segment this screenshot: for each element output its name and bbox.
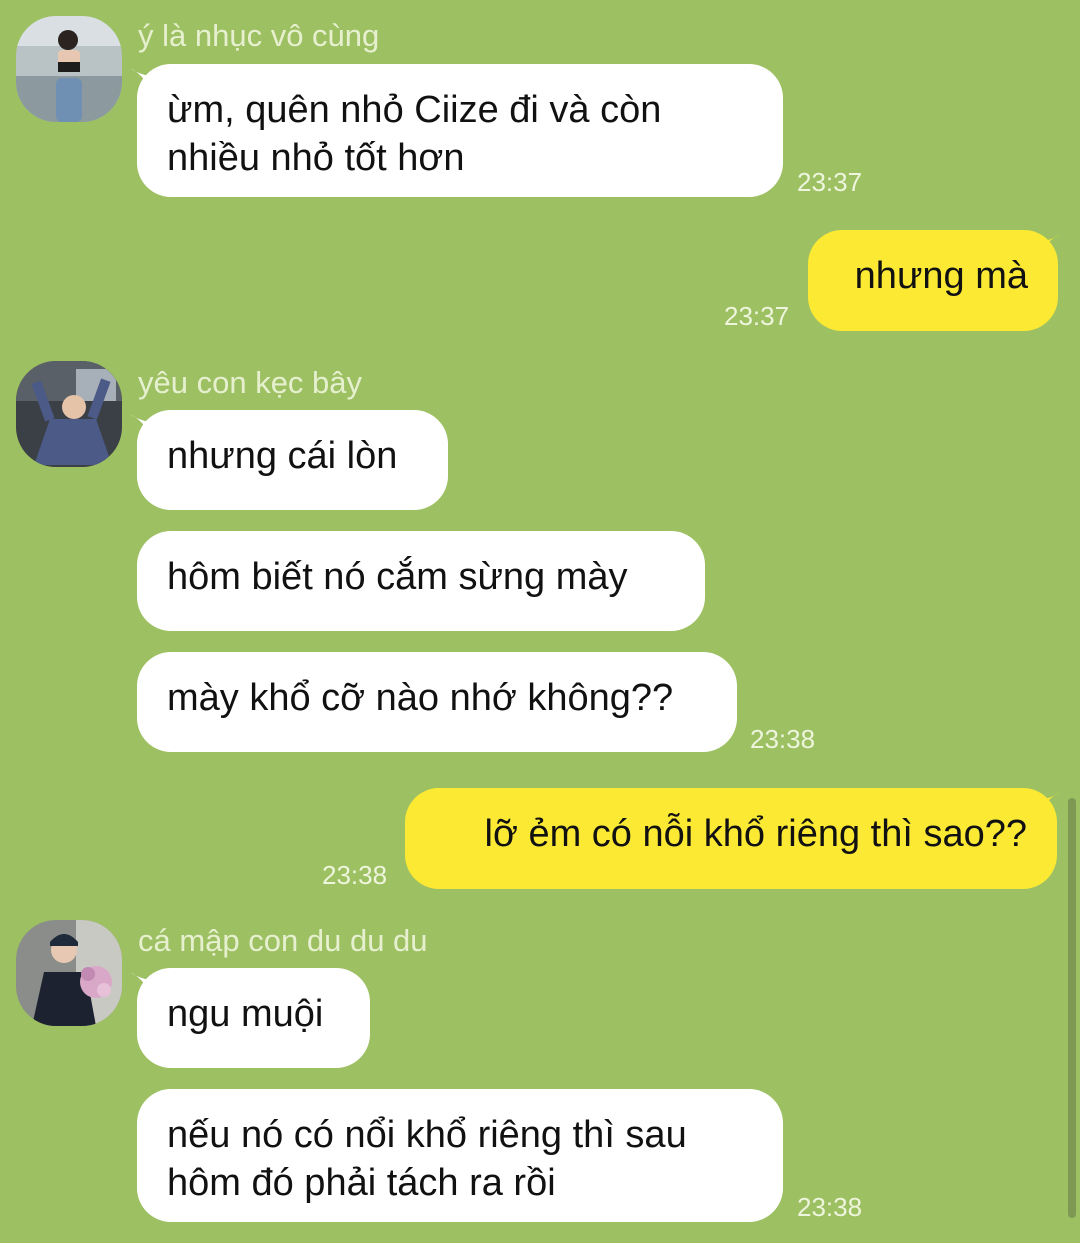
message-text: ừm, quên nhỏ Ciize đi và còn [167,89,662,131]
message-text: ngu muội [167,993,324,1035]
message-bubble[interactable]: mày khổ cỡ nào nhớ không?? [137,652,737,752]
sender-name: cá mập con du du du [138,923,428,958]
bubble-tail [1040,792,1062,812]
scrollbar[interactable] [1068,798,1076,1218]
message-text: mày khổ cỡ nào nhớ không?? [167,677,674,719]
message-bubble[interactable]: lỡ ẻm có nỗi khổ riêng thì sao?? [405,788,1057,889]
message-text: nhưng cái lòn [167,435,398,477]
message-text: nhưng mà [854,255,1028,297]
chat-history[interactable]: ý là nhục vô cùng ừm, quên nhỏ Ciize đi … [0,0,1080,1243]
message-time: 23:37 [797,167,863,197]
user-avatar-photo-icon [16,16,122,122]
message-text: nếu nó có nổi khổ riêng thì sau [167,1114,687,1156]
message-text: nhiều nhỏ tốt hơn [167,137,465,179]
message-bubble[interactable]: nhưng cái lòn [137,410,448,510]
message-time: 23:38 [322,860,388,890]
sender-name: yêu con kẹc bây [138,365,363,400]
message-bubble[interactable]: nhưng mà [808,230,1058,331]
message-time: 23:37 [724,301,790,331]
avatar[interactable] [16,16,122,122]
message-bubble[interactable]: ngu muội [137,968,370,1068]
message-text: hôm đó phải tách ra rồi [167,1162,556,1204]
message-bubble[interactable]: ừm, quên nhỏ Ciize đi và còn nhiều nhỏ t… [137,64,783,197]
sender-name: ý là nhục vô cùng [138,18,380,53]
message-bubble[interactable]: hôm biết nó cắm sừng mày [137,531,705,631]
bubble-tail [1040,234,1062,254]
avatar[interactable] [16,920,122,1026]
avatar[interactable] [16,361,122,467]
message-time: 23:38 [750,724,816,754]
user-avatar-photo-icon [16,920,122,1026]
message-bubble[interactable]: nếu nó có nổi khổ riêng thì sau hôm đó p… [137,1089,783,1222]
message-time: 23:38 [797,1192,863,1222]
message-text: hôm biết nó cắm sừng mày [167,556,628,598]
user-avatar-photo-icon [16,361,122,467]
message-text: lỡ ẻm có nỗi khổ riêng thì sao?? [484,813,1027,855]
